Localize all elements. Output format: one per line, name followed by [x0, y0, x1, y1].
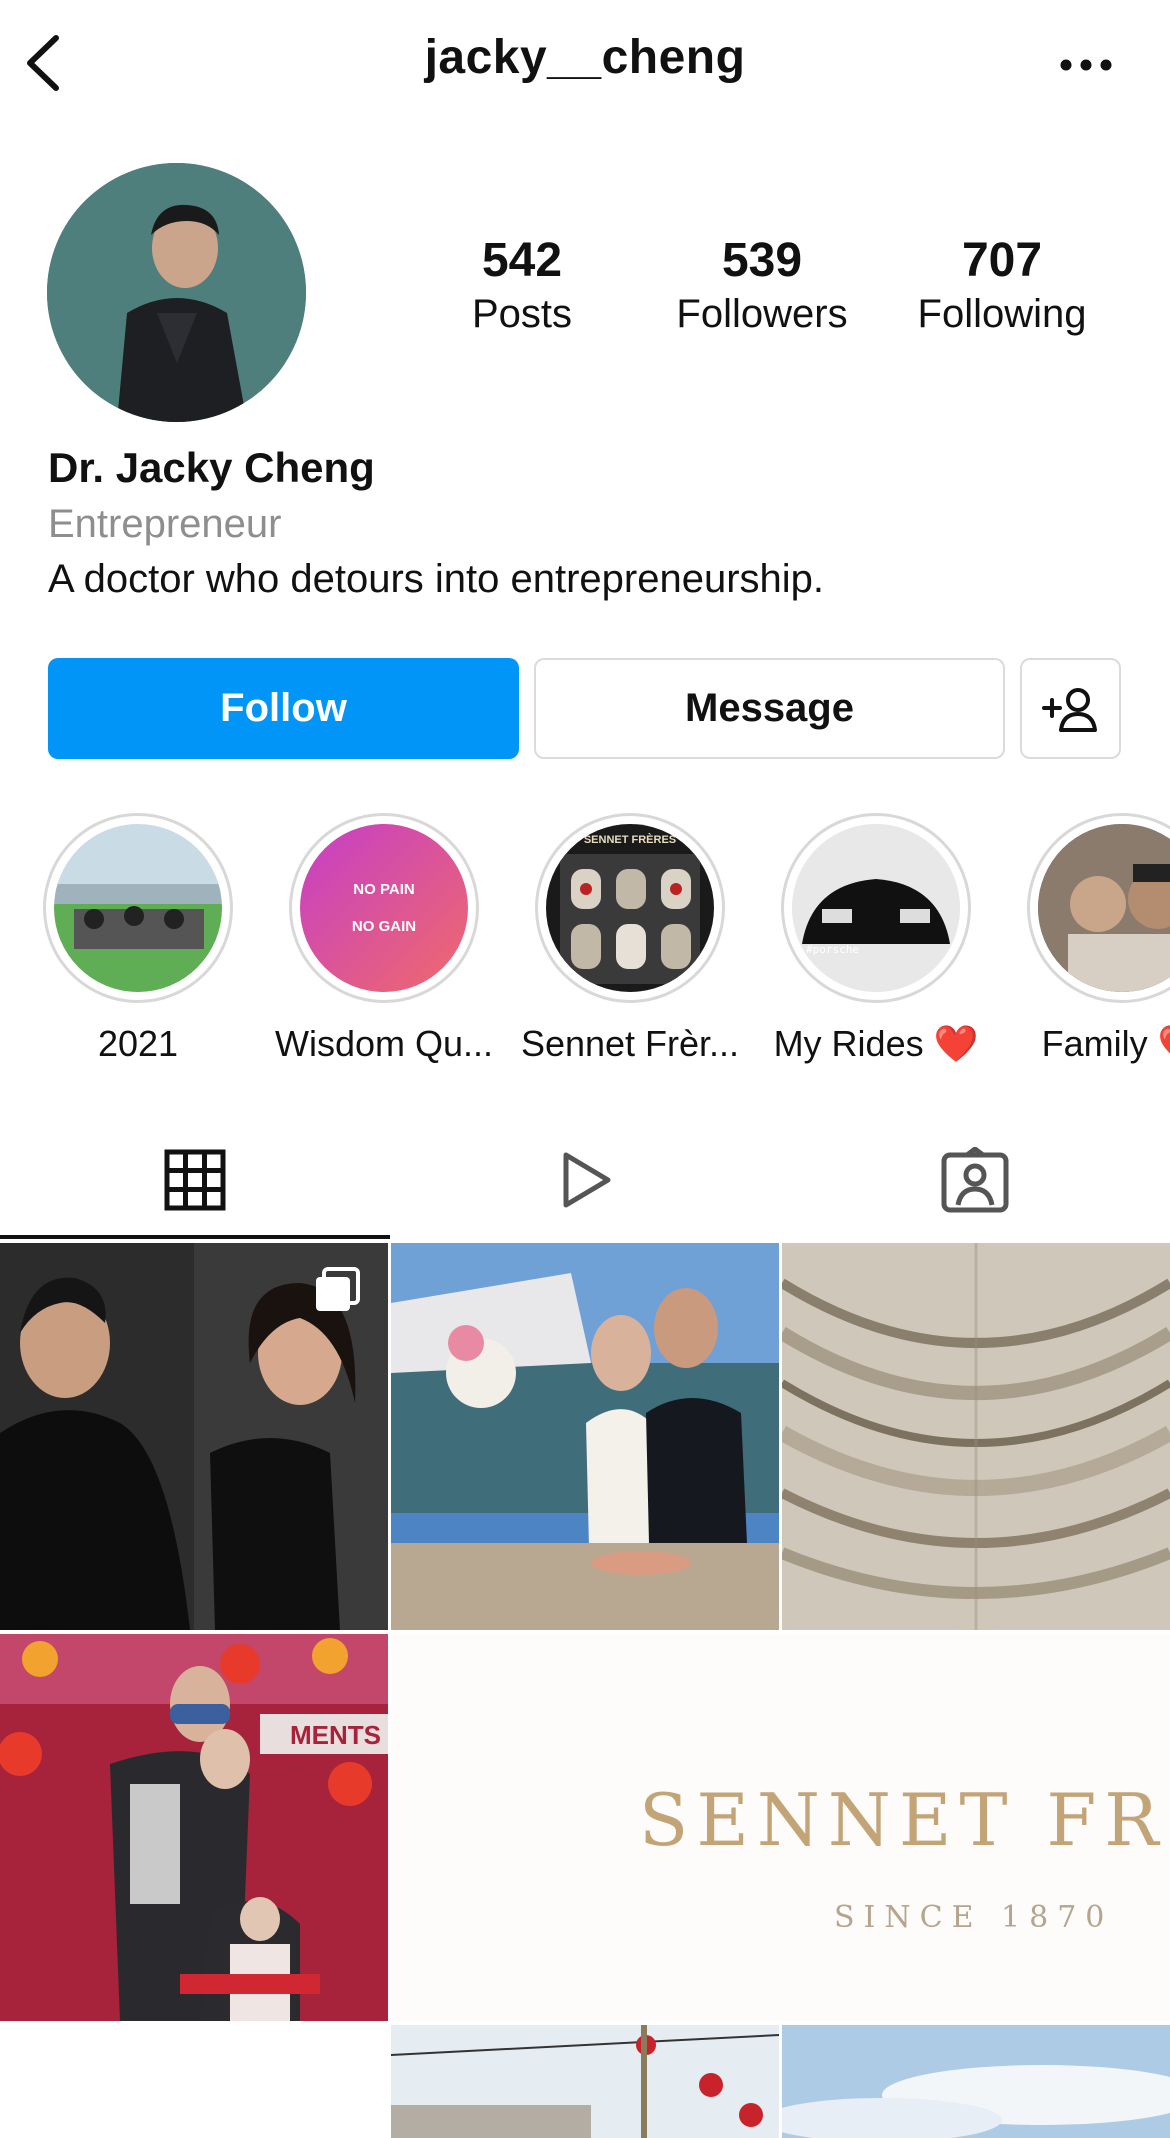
- highlight-ring: #porsche: [781, 813, 971, 1003]
- highlight-label: Family ❤️: [1002, 1023, 1170, 1065]
- post-sign-text: MENTS: [290, 1720, 381, 1750]
- highlight-wisdom[interactable]: NO PAIN NO GAIN Wisdom Qu...: [264, 813, 504, 1065]
- more-options-button[interactable]: [1050, 50, 1120, 80]
- avatar-photo: [47, 163, 306, 422]
- heart-emoji: ❤️: [933, 1023, 979, 1064]
- highlight-ring: NO PAIN NO GAIN: [289, 813, 479, 1003]
- grid-post[interactable]: MENTS: [0, 1634, 388, 2021]
- highlight-cover: [54, 824, 222, 992]
- followers-count[interactable]: 539 Followers: [662, 233, 862, 339]
- grid-post[interactable]: [782, 1243, 1170, 1630]
- highlight-ring: [1027, 813, 1170, 1003]
- post-image: [782, 2025, 1170, 2138]
- reels-icon: [563, 1152, 611, 1208]
- highlight-label: Sennet Frèr...: [520, 1023, 740, 1064]
- following-label: Following: [917, 292, 1087, 336]
- active-tab-indicator: [0, 1235, 390, 1239]
- grid-post[interactable]: SENNET FRÈ SINCE 1870: [391, 1634, 1170, 2021]
- post-image: [782, 1243, 1170, 1630]
- following-value: 707: [961, 234, 1043, 287]
- suggest-users-button[interactable]: [1020, 658, 1121, 759]
- post-brand-text: SENNET FRÈ: [639, 1778, 1170, 1862]
- grid-post[interactable]: [782, 2025, 1170, 2138]
- highlight-label-text: Family: [1041, 1023, 1148, 1064]
- highlight-ring: SENNET FRÈRES: [535, 813, 725, 1003]
- followers-label: Followers: [676, 292, 848, 336]
- profile-bio: A doctor who detours into entrepreneursh…: [48, 557, 825, 601]
- grid-post[interactable]: [0, 1243, 388, 1630]
- highlight-cover: NO PAIN NO GAIN: [300, 824, 468, 992]
- highlight-label: My Rides ❤️: [756, 1023, 996, 1065]
- following-count[interactable]: 707 Following: [902, 233, 1102, 339]
- post-image: [391, 1243, 779, 1630]
- grid-post[interactable]: [391, 1243, 779, 1630]
- highlight-cover-line2: NO GAIN: [351, 918, 417, 935]
- highlight-2021[interactable]: 2021: [18, 813, 258, 1065]
- post-since-text: SINCE 1870: [834, 1900, 1114, 1935]
- tab-reels[interactable]: [390, 1120, 780, 1240]
- highlight-label-text: My Rides: [773, 1023, 924, 1064]
- highlight-family[interactable]: Family ❤️: [1002, 813, 1170, 1065]
- posts-value: 542: [481, 234, 563, 287]
- posts-count[interactable]: 542 Posts: [422, 233, 622, 339]
- follow-button[interactable]: Follow: [48, 658, 519, 759]
- highlight-cover-line1: NO PAIN: [353, 881, 415, 898]
- post-image: [391, 2025, 779, 2138]
- tab-posts-grid[interactable]: [0, 1120, 390, 1240]
- tagged-icon: [941, 1147, 1009, 1213]
- highlight-ring: [43, 813, 233, 1003]
- profile-name: Dr. Jacky Cheng: [48, 444, 375, 491]
- heart-emoji: ❤️: [1158, 1023, 1170, 1064]
- tab-tagged[interactable]: [780, 1120, 1170, 1240]
- highlight-cover: [1038, 824, 1170, 992]
- highlight-label: 2021: [97, 1023, 179, 1064]
- message-button[interactable]: Message: [534, 658, 1005, 759]
- highlight-sennet[interactable]: SENNET FRÈRES Sennet Frèr...: [510, 813, 750, 1065]
- highlight-label: Wisdom Qu...: [274, 1023, 494, 1064]
- post-image: MENTS: [0, 1634, 388, 2021]
- profile-category: Entrepreneur: [48, 502, 282, 546]
- grid-icon: [164, 1149, 226, 1211]
- add-user-icon: [1041, 687, 1097, 732]
- highlight-cover-tag: #porsche: [806, 943, 859, 956]
- page-title: jacky__cheng: [424, 31, 746, 84]
- posts-label: Posts: [471, 292, 573, 336]
- carousel-icon: [316, 1267, 360, 1311]
- followers-value: 539: [721, 234, 803, 287]
- highlight-cover-sign: SENNET FRÈRES: [583, 834, 677, 846]
- more-horizontal-icon: [1060, 59, 1112, 71]
- grid-post[interactable]: [0, 2025, 388, 2138]
- grid-post[interactable]: [391, 2025, 779, 2138]
- avatar[interactable]: [47, 163, 306, 422]
- highlight-cover: #porsche: [792, 824, 960, 992]
- highlight-cover: SENNET FRÈRES: [546, 824, 714, 992]
- highlight-rides[interactable]: #porsche My Rides ❤️: [756, 813, 996, 1065]
